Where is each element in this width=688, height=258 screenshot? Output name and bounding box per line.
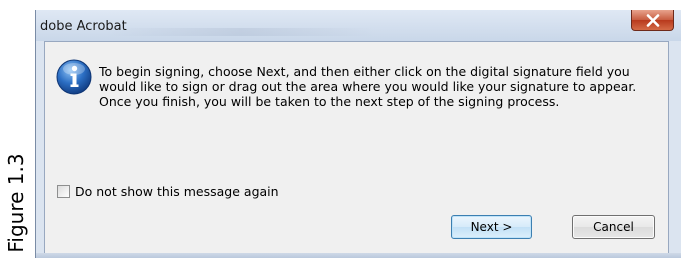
close-button[interactable] [631, 10, 674, 31]
dialog-content: To begin signing, choose Next, and then … [44, 41, 669, 258]
figure-caption-text: Figure 1.3 [4, 153, 28, 253]
dont-show-again-label[interactable]: Do not show this message again [75, 184, 279, 199]
screenshot-figure: Figure 1.3 dobe Acrobat To begin signing… [0, 0, 688, 258]
cancel-button[interactable]: Cancel [572, 215, 655, 239]
title-bar-glass-reflection [106, 28, 376, 36]
window-title: dobe Acrobat [40, 19, 127, 34]
figure-caption: Figure 1.3 [1, 148, 31, 258]
acrobat-dialog: dobe Acrobat To begin signing, choose Ne… [35, 10, 681, 258]
dialog-bottom-frame [36, 253, 681, 258]
title-bar[interactable]: dobe Acrobat [36, 10, 681, 41]
next-button[interactable]: Next > [451, 215, 532, 239]
close-x-icon [646, 14, 660, 27]
info-icon [56, 59, 92, 95]
dont-show-again-checkbox[interactable] [57, 184, 70, 198]
dont-show-again-option[interactable]: Do not show this message again [57, 183, 279, 199]
dialog-message: To begin signing, choose Next, and then … [99, 64, 637, 109]
